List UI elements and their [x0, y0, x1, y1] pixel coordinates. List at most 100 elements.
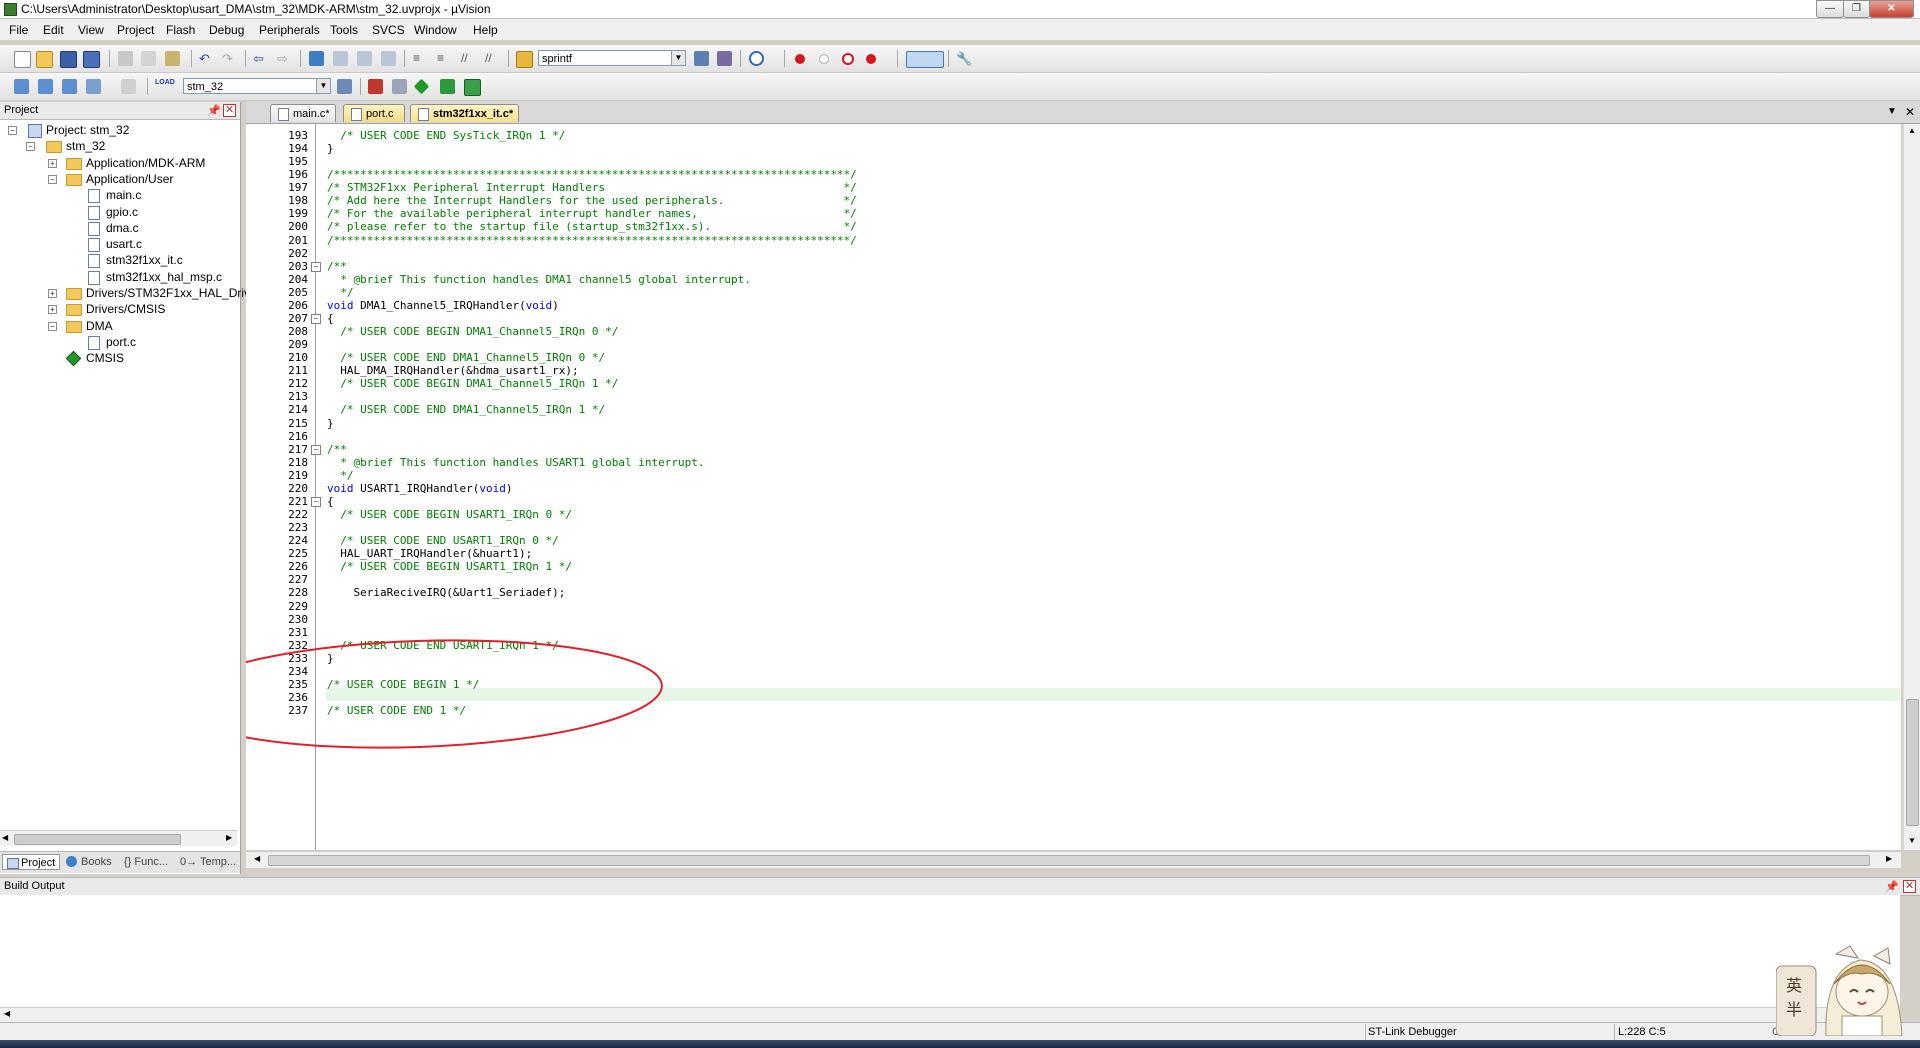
clear-bookmarks-icon[interactable] [381, 51, 396, 66]
tree-item[interactable]: port.c [0, 334, 240, 350]
menu-window[interactable]: Window [414, 23, 457, 37]
tree-item[interactable]: + Drivers/STM32F1xx_HAL_Driv [0, 285, 250, 301]
close-tab-icon[interactable]: ✕ [1905, 105, 1915, 119]
redo-icon[interactable]: ↷ [222, 51, 237, 66]
copy-target-icon[interactable] [392, 79, 407, 94]
bookmark-icon[interactable] [309, 51, 324, 66]
scroll-right-icon[interactable]: ▶ [1886, 854, 1892, 863]
tree-item[interactable]: − DMA [0, 318, 240, 334]
chevron-down-icon[interactable]: ▼ [671, 51, 685, 65]
menu-svcs[interactable]: SVCS [372, 23, 405, 37]
code-editor[interactable]: 193 194 195 196 197 198 199 200 201 202 203 204 205 2… [246, 124, 1901, 850]
menu-flash[interactable]: Flash [166, 23, 195, 37]
chevron-down-icon[interactable]: ▼ [316, 79, 330, 93]
scroll-thumb[interactable] [14, 834, 181, 845]
collapse-icon[interactable]: − [48, 321, 57, 331]
scroll-thumb[interactable] [268, 855, 1870, 866]
prev-bookmark-icon[interactable] [333, 51, 348, 66]
scroll-left-icon[interactable]: ◀ [4, 1009, 10, 1018]
select-packs-icon[interactable] [413, 78, 430, 95]
tab-stm32f1xx-it-c[interactable]: stm32f1xx_it.c* [410, 104, 519, 122]
menu-help[interactable]: Help [473, 23, 498, 37]
fold-toggle-icon[interactable]: − [311, 313, 321, 324]
tree-item[interactable]: stm32f1xx_it.c [0, 252, 240, 269]
load-icon[interactable]: LOAD [155, 79, 175, 94]
pack-installer-icon[interactable] [440, 79, 455, 94]
tree-item[interactable]: gpio.c [0, 204, 240, 220]
scroll-left-icon[interactable]: ◀ [2, 833, 8, 842]
comment-icon[interactable]: // [461, 51, 476, 66]
indent-icon[interactable]: ≡ [413, 51, 428, 66]
translate-icon[interactable] [14, 79, 29, 94]
project-scrollbar[interactable]: ◀ ▶ [0, 830, 237, 846]
pin-icon[interactable]: 📌 [207, 104, 221, 117]
tab-main-c[interactable]: main.c* [270, 104, 336, 122]
menu-project[interactable]: Project [117, 23, 154, 37]
fold-toggle-icon[interactable]: − [311, 496, 321, 507]
undo-icon[interactable]: ↶ [199, 51, 214, 66]
cut-icon[interactable] [118, 51, 133, 66]
target-options-icon[interactable] [337, 79, 352, 94]
collapse-icon[interactable]: − [48, 174, 57, 184]
expand-icon[interactable]: + [48, 305, 57, 315]
minimize-button[interactable]: — [1816, 0, 1844, 18]
disable-breakpoint-icon[interactable] [819, 54, 829, 64]
menu-peripherals[interactable]: Peripherals [259, 23, 320, 37]
breakpoint-icon[interactable] [795, 54, 805, 64]
scroll-up-icon[interactable]: ▲ [1908, 126, 1916, 135]
fold-toggle-icon[interactable]: − [311, 261, 321, 272]
paste-icon[interactable] [165, 51, 180, 66]
tree-item[interactable]: + Drivers/CMSIS [0, 301, 240, 317]
menu-tools[interactable]: Tools [330, 23, 358, 37]
build-output-area[interactable] [0, 895, 1900, 1007]
next-bookmark-icon[interactable] [357, 51, 372, 66]
editor-horizontal-scrollbar[interactable]: ◀ ▶ [246, 851, 1901, 868]
uncomment-icon[interactable]: // [485, 51, 500, 66]
close-icon[interactable]: ✕ [1903, 880, 1916, 893]
editor-vertical-scrollbar[interactable]: ▲ ▼ [1903, 124, 1920, 850]
collapse-icon[interactable]: − [26, 142, 35, 152]
collapse-icon[interactable]: − [8, 126, 17, 135]
unindent-icon[interactable]: ≡ [437, 51, 452, 66]
find-combo[interactable]: sprintf ▼ [538, 50, 686, 66]
build-icon[interactable] [38, 79, 53, 94]
tree-item[interactable]: − Project: stm_32 [0, 122, 240, 138]
scroll-right-icon[interactable]: ▶ [226, 833, 232, 842]
remove-breakpoints-icon[interactable] [842, 53, 854, 65]
window-layout-icon[interactable] [906, 51, 944, 68]
menu-view[interactable]: View [78, 23, 104, 37]
fold-toggle-icon[interactable]: − [311, 444, 321, 455]
target-combo[interactable]: stm_32 ▼ [183, 78, 331, 94]
tab-templates[interactable]: 0→ Temp... [180, 854, 236, 870]
tab-list-chevron-icon[interactable]: ▼ [1887, 106, 1897, 117]
find-icon[interactable] [694, 51, 709, 66]
nav-back-icon[interactable]: ⇦ [253, 51, 268, 66]
expand-icon[interactable]: + [48, 289, 57, 298]
scroll-left-icon[interactable]: ◀ [254, 854, 260, 863]
tree-item[interactable]: − stm_32 [0, 138, 240, 154]
build-output-scrollbar[interactable]: ◀ [0, 1007, 1900, 1022]
close-icon[interactable]: ✕ [223, 104, 236, 117]
close-button[interactable]: ✕ [1869, 0, 1914, 18]
open-file-icon[interactable] [36, 51, 53, 68]
save-icon[interactable] [60, 51, 77, 68]
tree-item[interactable]: main.c [0, 187, 240, 204]
tree-item[interactable]: stm32f1xx_hal_msp.c [0, 269, 240, 285]
debug-session-icon[interactable] [749, 51, 764, 66]
tree-item[interactable]: + Application/MDK-ARM [0, 155, 240, 171]
find-in-files-icon[interactable] [516, 51, 533, 68]
manage-components-icon[interactable] [464, 79, 481, 96]
rebuild-icon[interactable] [62, 79, 77, 94]
tab-project[interactable]: Project [2, 854, 60, 870]
tree-item[interactable]: CMSIS [0, 350, 240, 367]
new-file-icon[interactable] [14, 51, 31, 68]
stop-build-icon[interactable] [121, 79, 136, 94]
tree-item[interactable]: − Application/User [0, 171, 240, 187]
tree-item[interactable]: usart.c [0, 236, 240, 253]
menu-file[interactable]: File [9, 23, 28, 37]
expand-icon[interactable]: + [48, 158, 57, 168]
incremental-find-icon[interactable] [717, 51, 732, 66]
copy-icon[interactable] [141, 51, 156, 66]
manage-project-icon[interactable] [368, 79, 383, 94]
kill-breakpoints-icon[interactable] [866, 54, 876, 64]
